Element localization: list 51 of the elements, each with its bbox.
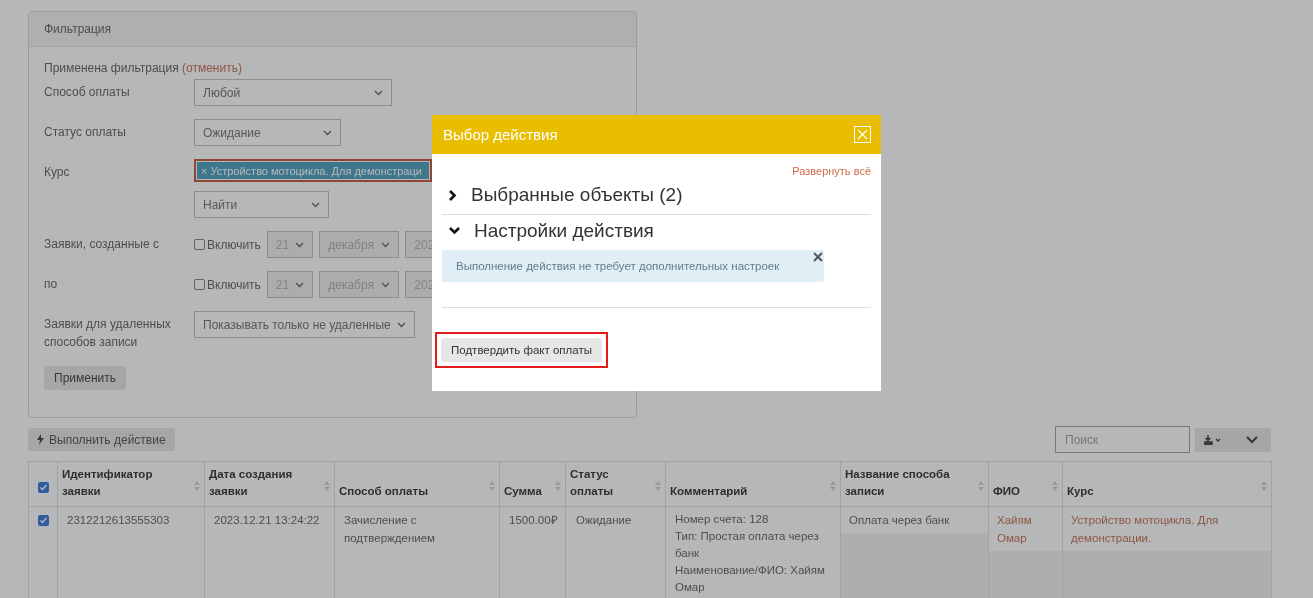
comment-line: Номер счета: 128 — [675, 512, 770, 527]
apply-button[interactable]: Применить — [44, 366, 126, 390]
dropdown[interactable]: Найти — [194, 191, 329, 218]
cancel-link[interactable]: (отменить) — [182, 61, 242, 75]
chevron-right-icon — [449, 189, 457, 201]
comment-line: Наименование/ФИО: Хайям Омар — [675, 563, 826, 595]
chevron-down-icon — [374, 89, 383, 96]
remove-icon[interactable]: × — [201, 164, 208, 177]
chevron-down-icon — [396, 321, 406, 328]
dropdown[interactable]: Любой — [194, 79, 392, 106]
panel-title: Фильтрация — [29, 12, 636, 47]
checkbox-label: Включить — [207, 277, 261, 292]
checkbox-label: Включить — [207, 237, 261, 252]
dialog-title: Выбор действия — [443, 126, 558, 143]
close-icon[interactable] — [813, 252, 823, 262]
confirm-payment-button[interactable]: Подтвердить факт оплаты — [441, 338, 602, 362]
checkbox[interactable] — [194, 279, 205, 290]
info-message: Выполнение действия не требует дополнительных настроек — [456, 260, 780, 272]
chevron-down-icon — [381, 241, 391, 248]
field-label: Статус оплаты — [44, 124, 127, 141]
checkbox[interactable] — [194, 239, 205, 250]
field-label: Заявки, созданные с — [44, 236, 160, 253]
chevron-down-icon — [381, 281, 391, 288]
table-cell: 2023.12.21 13:24:22 — [214, 514, 320, 526]
chevron-down-icon — [323, 129, 332, 136]
execute-action-button[interactable]: Выполнить действие — [28, 428, 175, 451]
chevron-down-icon — [1246, 435, 1258, 444]
table-cell: 1500.00₽ — [509, 514, 558, 526]
table-cell: Ожидание — [576, 514, 632, 526]
expand-all-link[interactable]: Развернуть всё — [792, 165, 871, 177]
table-cell: Зачисление с подтверждением — [344, 514, 435, 544]
checkbox[interactable] — [38, 515, 49, 526]
chevron-down-icon — [295, 241, 305, 248]
comment-line: Тип: Простая оплата через банк — [675, 529, 820, 561]
checkbox[interactable] — [38, 482, 49, 493]
accordion-header[interactable]: Выбранные объекты (2) — [442, 179, 871, 215]
field-label: Способ оплаты — [44, 84, 131, 101]
field-label: по — [44, 276, 59, 293]
field-label: Заявки для удаленных способов записи — [44, 316, 172, 351]
chevron-down-icon — [311, 201, 320, 208]
chevron-down-icon — [295, 281, 305, 288]
table-cell: 2312212613555303 — [67, 514, 170, 526]
filter-status-text: Применена фильтрация (отменить) — [44, 61, 243, 75]
table-cell: Оплата через банк — [849, 514, 950, 526]
dropdown[interactable]: Показывать только не удаленные — [194, 311, 415, 338]
search-field[interactable]: Поиск — [1055, 426, 1190, 453]
lightning-icon — [37, 434, 44, 445]
chevron-down-icon — [449, 227, 460, 235]
field-label: Курс — [44, 164, 71, 181]
accordion-header[interactable]: Настройки действия — [442, 215, 871, 250]
dropdown[interactable]: Ожидание — [194, 119, 341, 146]
